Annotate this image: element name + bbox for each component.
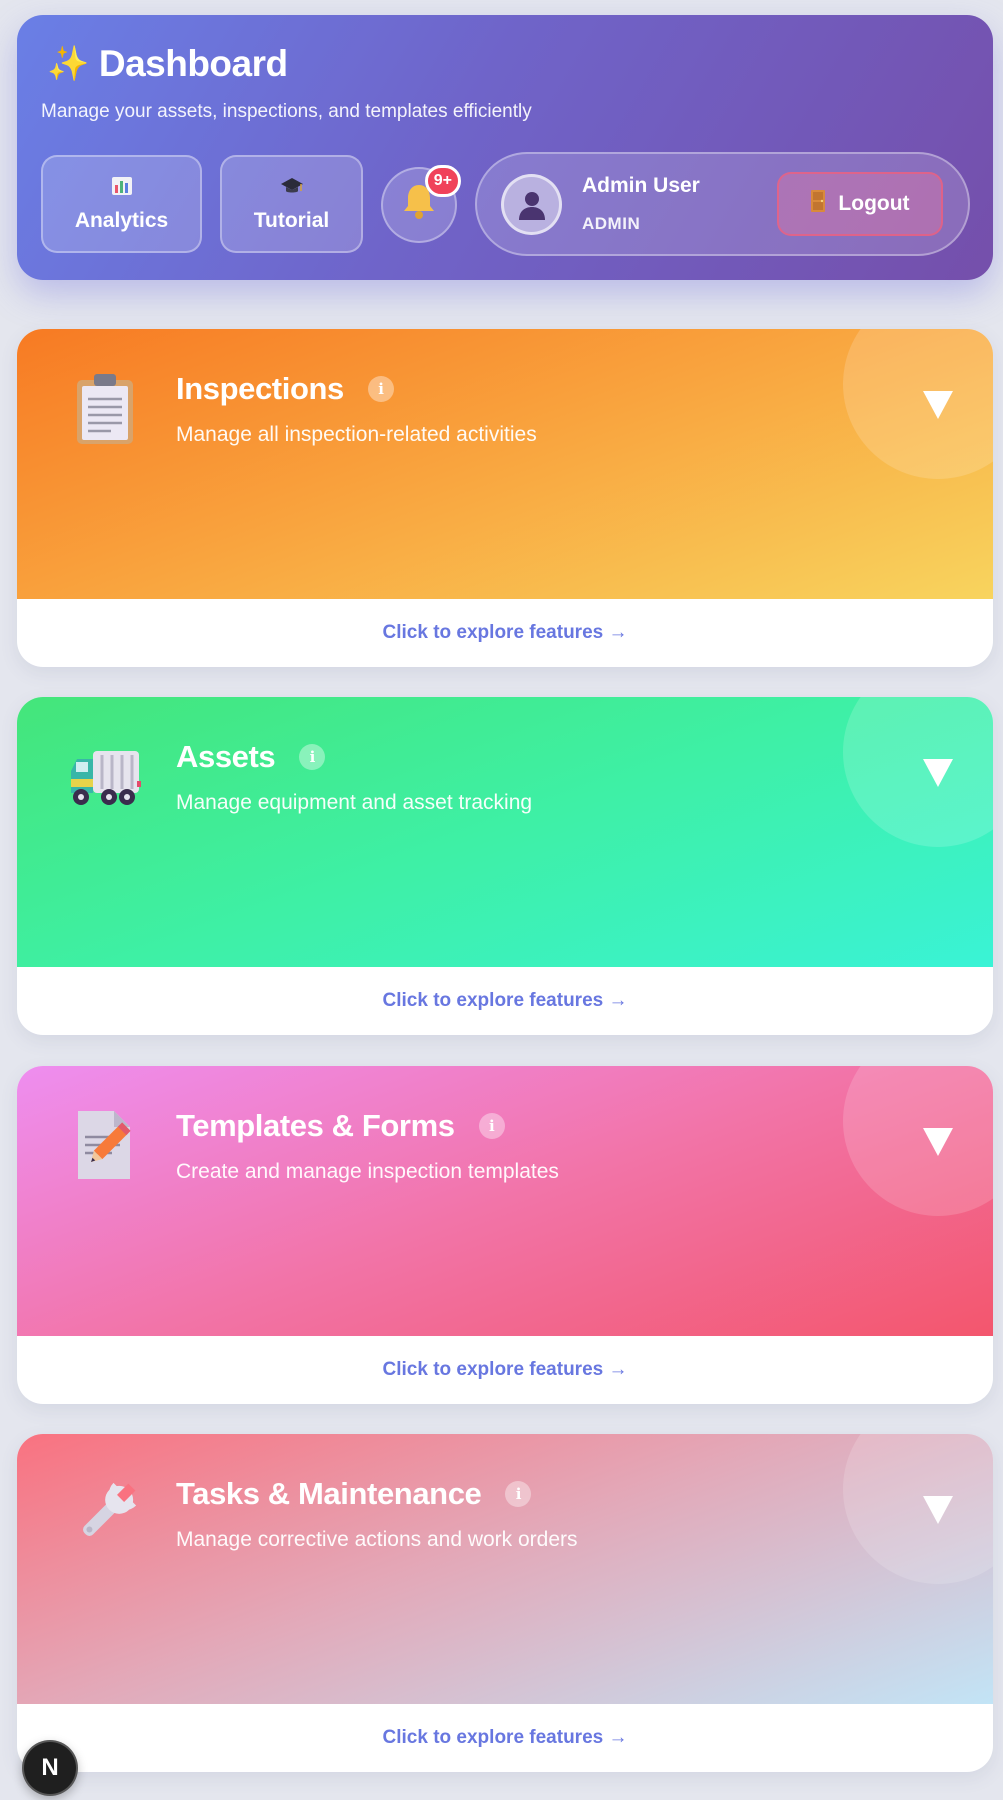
notifications-button[interactable]: 9+: [381, 165, 461, 243]
card-banner: Assets i Manage equipment and asset trac…: [17, 697, 993, 967]
card-banner: Tasks & Maintenance i Manage corrective …: [17, 1434, 993, 1704]
tutorial-button[interactable]: Tutorial: [220, 155, 363, 253]
card-description: Manage equipment and asset tracking: [176, 791, 533, 814]
card-title: Templates & Forms i: [176, 1108, 505, 1144]
sparkles-icon: ✨: [47, 45, 89, 83]
wrench-icon: [65, 1474, 145, 1554]
tutorial-label: Tutorial: [253, 208, 330, 232]
info-icon[interactable]: i: [478, 1113, 505, 1139]
info-icon[interactable]: i: [505, 1481, 532, 1507]
card-title-text: Tasks & Maintenance: [176, 1476, 482, 1511]
card-title: Inspections i: [176, 371, 394, 407]
explore-link[interactable]: Click to explore features →: [17, 1336, 993, 1404]
page-title-text: Dashboard: [98, 43, 288, 84]
assets-card[interactable]: Assets i Manage equipment and asset trac…: [17, 697, 993, 1035]
clipboard-icon: [65, 369, 145, 449]
card-description: Manage corrective actions and work order…: [176, 1528, 578, 1551]
page-title: ✨ Dashboard: [47, 43, 288, 85]
chevron-down-icon[interactable]: [923, 391, 953, 419]
graduation-cap-icon: [280, 176, 304, 199]
logout-button[interactable]: Logout: [777, 172, 943, 236]
decorative-circle: [843, 1066, 993, 1216]
card-description: Manage all inspection-related activities: [176, 423, 537, 446]
card-banner: Templates & Forms i Create and manage in…: [17, 1066, 993, 1336]
explore-link[interactable]: Click to explore features →: [17, 1704, 993, 1772]
templates-card[interactable]: Templates & Forms i Create and manage in…: [17, 1066, 993, 1404]
info-icon[interactable]: i: [299, 744, 326, 770]
decorative-circle: [843, 697, 993, 847]
card-title: Tasks & Maintenance i: [176, 1476, 532, 1512]
user-silhouette-icon: [518, 191, 545, 220]
dev-tools-badge[interactable]: N: [22, 1740, 78, 1796]
tasks-card[interactable]: Tasks & Maintenance i Manage corrective …: [17, 1434, 993, 1772]
explore-link[interactable]: Click to explore features →: [17, 599, 993, 667]
decorative-circle: [843, 1434, 993, 1584]
chevron-down-icon[interactable]: [923, 1128, 953, 1156]
info-icon[interactable]: i: [367, 376, 394, 402]
card-title-text: Assets: [176, 739, 276, 774]
document-pencil-icon: [65, 1106, 145, 1186]
card-title-text: Templates & Forms: [176, 1108, 455, 1143]
card-banner: Inspections i Manage all inspection-rela…: [17, 329, 993, 599]
notification-count-badge: 9+: [424, 165, 461, 197]
dashboard-header: ✨ Dashboard Manage your assets, inspecti…: [17, 15, 993, 280]
analytics-button[interactable]: Analytics: [41, 155, 202, 253]
page-subtitle: Manage your assets, inspections, and tem…: [41, 101, 532, 122]
card-title-text: Inspections: [176, 371, 344, 406]
door-icon: [810, 189, 826, 219]
decorative-circle: [843, 329, 993, 479]
card-description: Create and manage inspection templates: [176, 1160, 559, 1183]
truck-icon: [65, 737, 145, 817]
chevron-down-icon[interactable]: [923, 1496, 953, 1524]
user-panel: Admin User ADMIN Logout: [475, 152, 970, 256]
analytics-label: Analytics: [74, 208, 169, 232]
explore-link[interactable]: Click to explore features →: [17, 967, 993, 1035]
user-name: Admin User: [582, 174, 700, 197]
avatar[interactable]: [501, 174, 562, 235]
user-role: ADMIN: [582, 214, 641, 233]
logout-label: Logout: [838, 192, 910, 215]
card-title: Assets i: [176, 739, 326, 775]
bar-chart-icon: [111, 176, 133, 199]
inspections-card[interactable]: Inspections i Manage all inspection-rela…: [17, 329, 993, 667]
chevron-down-icon[interactable]: [923, 759, 953, 787]
